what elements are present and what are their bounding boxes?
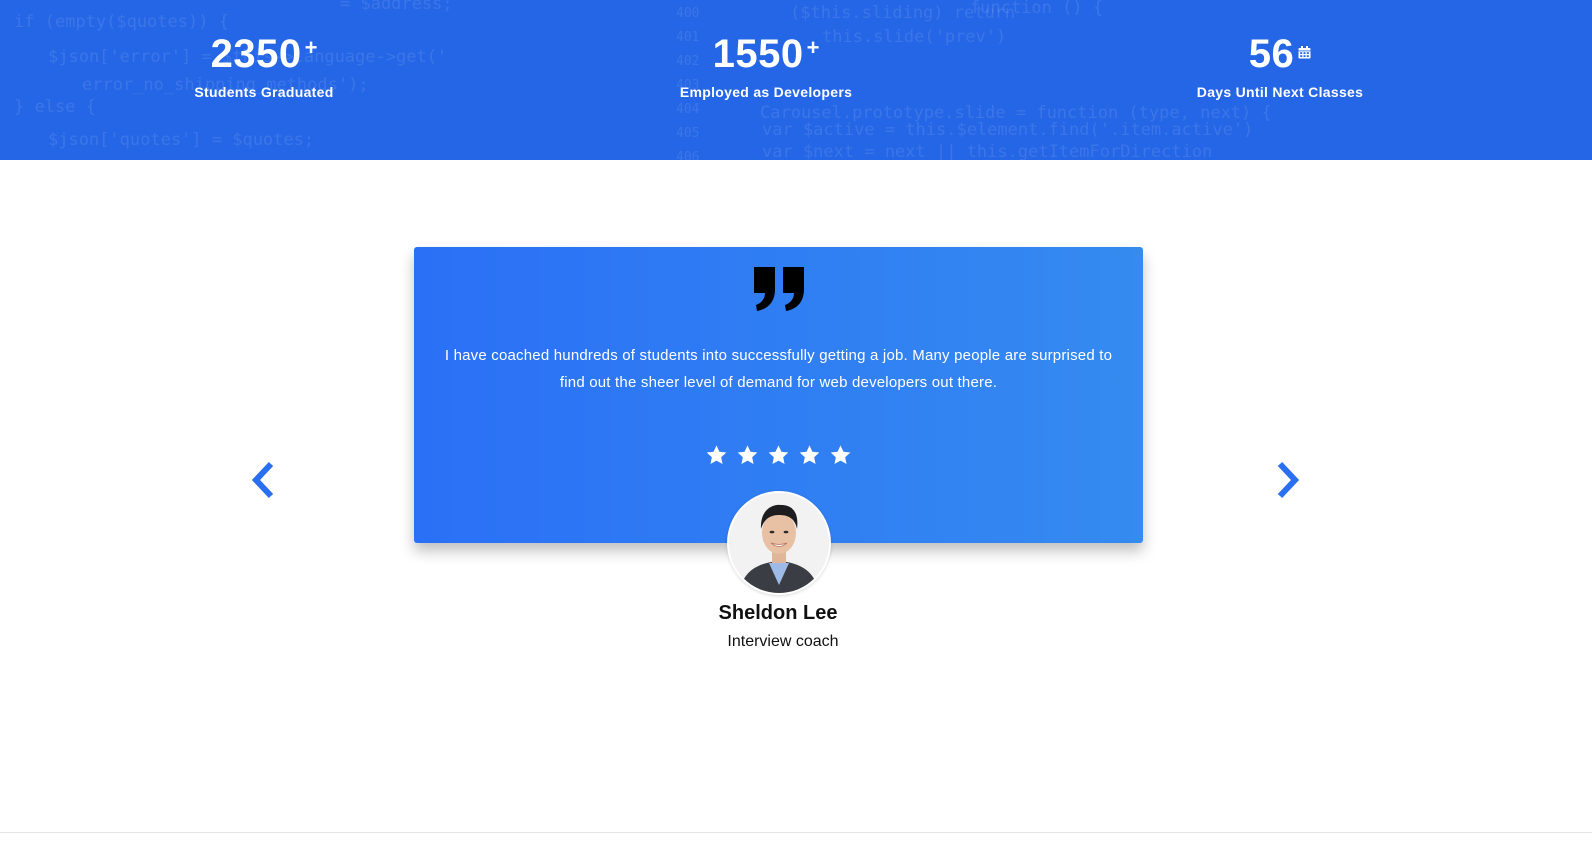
stat-days-until-classes: 56 Days Until Next Classes (1130, 30, 1430, 100)
author-photo (729, 493, 829, 593)
stat-students-graduated: 2350 + Students Graduated (114, 30, 414, 100)
code-line: $json['quotes'] = $quotes; (48, 130, 315, 150)
chevron-right-icon (1277, 461, 1300, 499)
star-icon (706, 445, 727, 464)
carousel-prev-button[interactable] (249, 460, 279, 500)
star-icon (737, 445, 758, 464)
code-line: var $next = next || this.getItemForDirec… (762, 142, 1213, 160)
section-divider (0, 832, 1592, 833)
code-line: var $active = this.$element.find('.item.… (762, 120, 1254, 140)
code-line: function () { (970, 0, 1104, 18)
stats-banner: if (empty($quotes)) { $json['error'] = $… (0, 0, 1592, 160)
stat-suffix: + (304, 35, 318, 60)
code-line: if (empty($quotes)) { (14, 12, 229, 32)
code-line: = $address; (340, 0, 453, 14)
code-line-number: 406 (676, 150, 700, 160)
stat-value: 56 (1248, 32, 1295, 76)
author-name: Sheldon Lee (718, 602, 838, 624)
star-rating (414, 444, 1143, 466)
stat-label: Employed as Developers (679, 84, 853, 100)
testimonial-quote: I have coached hundreds of students into… (444, 347, 1113, 391)
code-line: } else { (14, 97, 96, 117)
star-icon (799, 445, 820, 464)
stat-employed-developers: 1550 + Employed as Developers (616, 30, 916, 100)
author-avatar (727, 491, 831, 595)
calendar-icon (1298, 46, 1311, 59)
chevron-left-icon (251, 461, 274, 499)
stat-value: 2350 (210, 32, 302, 76)
quote-icon (754, 267, 804, 311)
star-icon (768, 445, 789, 464)
stat-suffix: + (806, 35, 820, 60)
code-line-number: 404 (676, 102, 700, 117)
stat-label: Students Graduated (194, 84, 334, 100)
code-line-number: 400 (676, 6, 700, 21)
code-line: ($this.sliding) return (790, 3, 1016, 23)
carousel-next-button[interactable] (1272, 460, 1302, 500)
stat-label: Days Until Next Classes (1196, 84, 1364, 100)
code-line-number: 405 (676, 126, 700, 141)
author-role: Interview coach (727, 633, 839, 650)
star-icon (830, 445, 851, 464)
code-line: Carousel.prototype.slide = function (typ… (760, 103, 1272, 123)
stat-value: 1550 (712, 32, 804, 76)
